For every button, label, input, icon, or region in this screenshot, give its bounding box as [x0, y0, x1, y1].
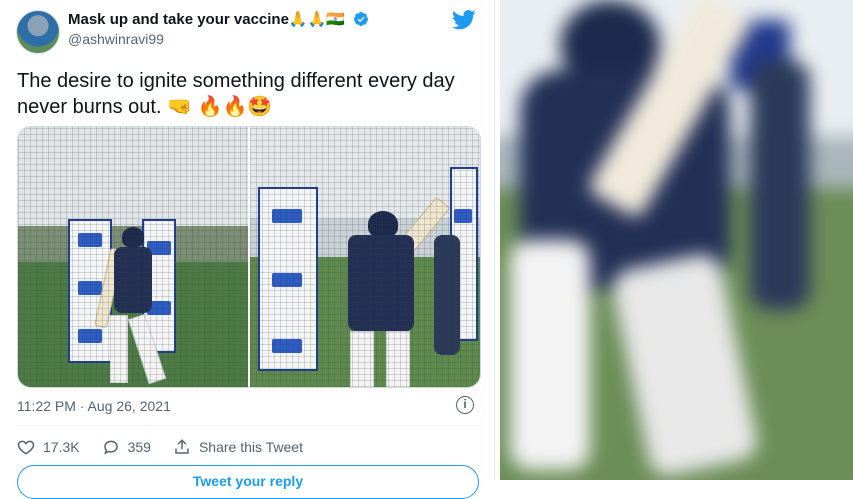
reply-count: 359 [127, 439, 151, 455]
tweet-timestamp[interactable]: 11:22 PM · Aug 26, 2021 [17, 398, 171, 414]
share-button[interactable]: Share this Tweet [173, 438, 303, 456]
tweet-reply-button[interactable]: Tweet your reply [17, 465, 479, 499]
verified-badge-icon [354, 12, 369, 26]
blurred-background [500, 0, 853, 480]
like-count: 17.3K [43, 439, 80, 455]
blurred-photo [500, 0, 853, 480]
display-name-emojis: 🙏🙏🇮🇳 [288, 11, 345, 28]
share-label: Share this Tweet [198, 439, 303, 455]
tweet-media[interactable] [17, 126, 481, 388]
media-photo-1[interactable] [18, 127, 248, 387]
practice-net [18, 127, 248, 387]
tweet-actions: 17.3K 359 Share this Tweet [17, 437, 325, 457]
display-name-text: Mask up and take your vaccine [68, 11, 289, 28]
share-icon [175, 439, 189, 454]
avatar[interactable] [16, 10, 60, 54]
like-button[interactable]: 17.3K [17, 438, 80, 456]
twitter-bird-icon[interactable] [452, 10, 476, 30]
display-name[interactable]: Mask up and take your vaccine🙏🙏🇮🇳 [68, 10, 369, 28]
user-handle[interactable]: @ashwinravi99 [68, 31, 164, 47]
divider [17, 425, 479, 426]
reply-button[interactable]: 359 [102, 438, 151, 456]
heart-icon [17, 440, 35, 455]
info-icon[interactable]: i [456, 396, 474, 414]
reply-icon [103, 440, 118, 455]
tweet-text: The desire to ignite something different… [17, 70, 455, 118]
media-photo-2[interactable] [250, 127, 480, 387]
practice-net [250, 127, 480, 387]
tweet-card: Mask up and take your vaccine🙏🙏🇮🇳 @ashwi… [0, 0, 495, 499]
